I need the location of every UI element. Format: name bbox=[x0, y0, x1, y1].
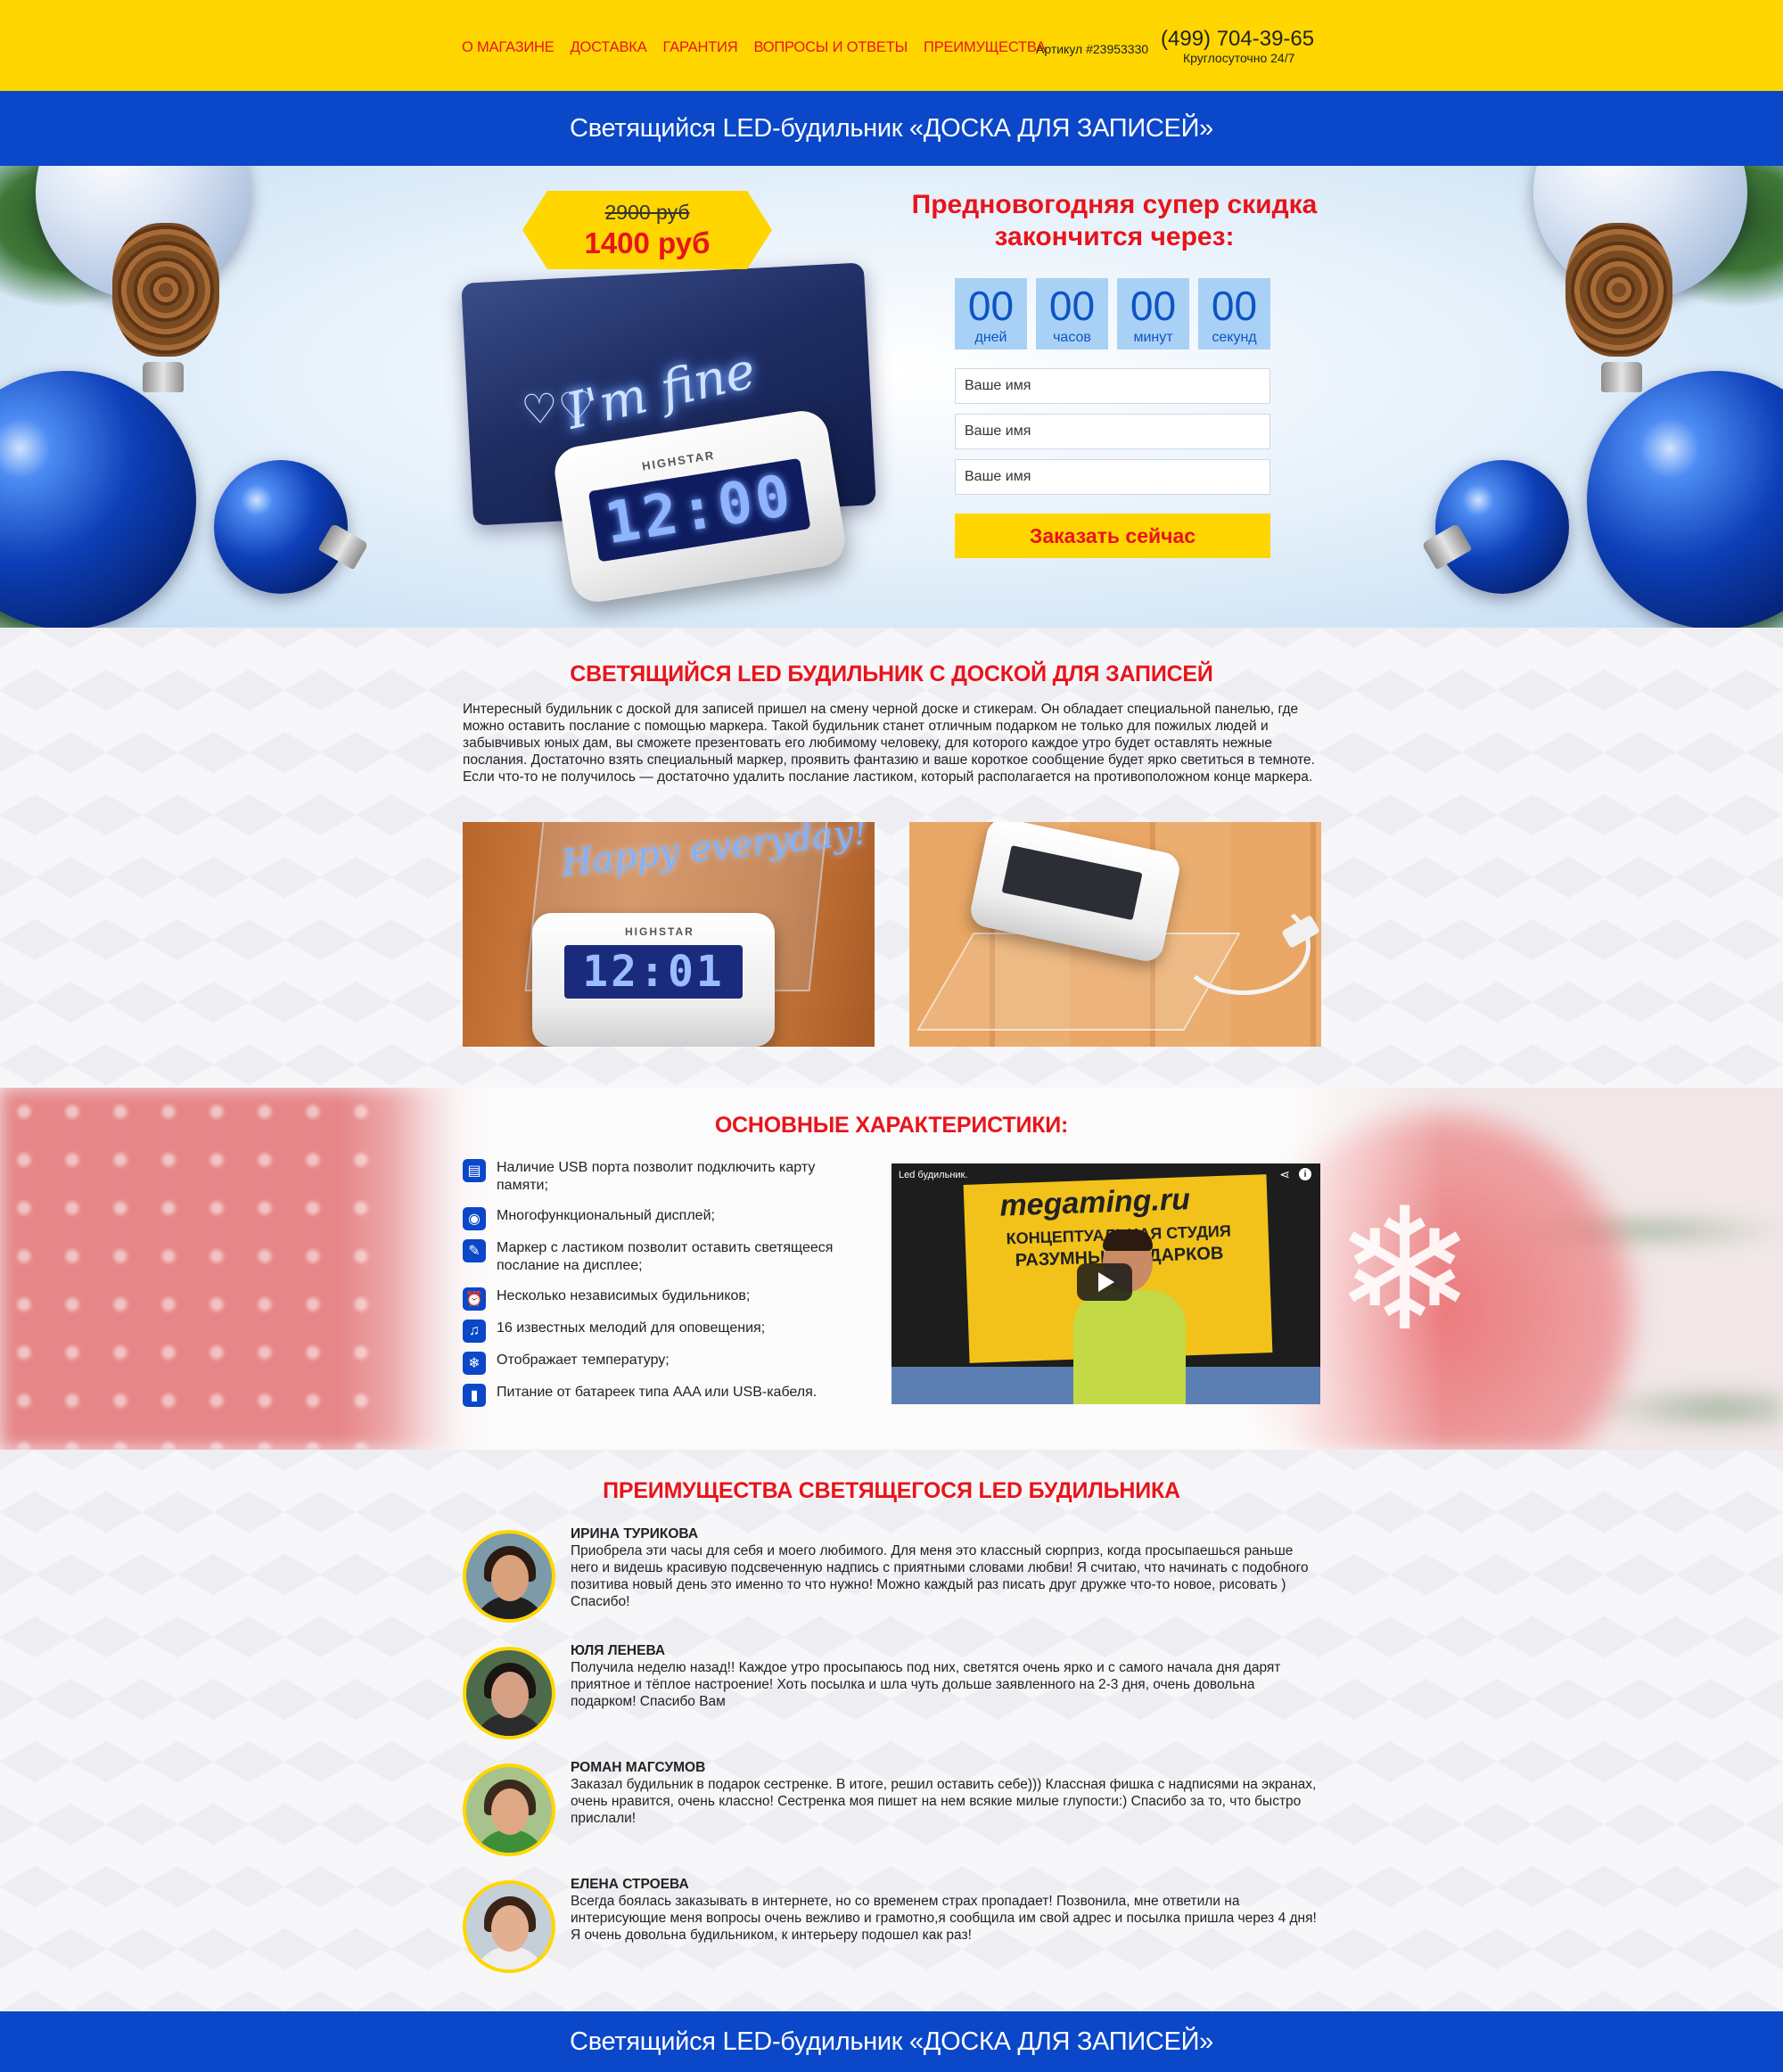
review-text: Всегда боялась заказывать в интернете, н… bbox=[571, 1894, 1317, 1943]
timer-hours-label: часов bbox=[1053, 330, 1091, 345]
avatar bbox=[463, 1880, 555, 1973]
review-text: Заказал будильник в подарок сестренке. В… bbox=[571, 1777, 1317, 1826]
timer-seconds-label: секунд bbox=[1212, 330, 1257, 345]
timer-days: 00 дней bbox=[955, 278, 1027, 349]
review-item: ЕЛЕНА СТРОЕВА Всегда боялась заказывать … bbox=[463, 1877, 1320, 1975]
share-icon[interactable]: ⋖ bbox=[1279, 1167, 1290, 1182]
eraser-icon: ✎ bbox=[463, 1239, 486, 1262]
review-text: Приобрела эти часы для себя и моего люби… bbox=[571, 1543, 1309, 1609]
article-number: Артикул #23953330 bbox=[1036, 42, 1149, 56]
video-presenter bbox=[1063, 1226, 1196, 1404]
timer-hours-value: 00 bbox=[1048, 283, 1096, 329]
feature-text: Наличие USB порта позволит подключить ка… bbox=[497, 1160, 816, 1193]
nav-link-advantages[interactable]: ПРЕИМУЩЕСТВА bbox=[924, 39, 1046, 56]
reviewer-name: ЕЛЕНА СТРОЕВА bbox=[571, 1877, 689, 1892]
play-button[interactable] bbox=[1077, 1263, 1132, 1301]
timer-hours: 00 часов bbox=[1036, 278, 1108, 349]
clock-display: 12:00 bbox=[587, 457, 811, 563]
nav-link-delivery[interactable]: ДОСТАВКА bbox=[571, 39, 647, 56]
avatar bbox=[463, 1530, 555, 1623]
review-item: ЮЛЯ ЛЕНЕВА Получила неделю назад!! Каждо… bbox=[463, 1643, 1320, 1741]
video-banner-brand: megaming.ru bbox=[998, 1182, 1191, 1223]
new-price: 1400 руб bbox=[584, 226, 711, 259]
avatar bbox=[463, 1764, 555, 1856]
photo-clock-brand: HIGHSTAR bbox=[625, 925, 694, 938]
christmas-decoration-left bbox=[0, 166, 369, 628]
old-price: 2900 руб bbox=[604, 200, 690, 224]
video-title: Led будильник. bbox=[899, 1170, 968, 1180]
name-input-3[interactable] bbox=[955, 459, 1270, 495]
feature-text: 16 известных мелодий для оповещения; bbox=[497, 1320, 766, 1336]
feature-text: Маркер с ластиком позволит оставить свет… bbox=[497, 1240, 834, 1273]
battery-icon: ▮ bbox=[463, 1384, 486, 1407]
description-text: Интересный будильник с доской для записе… bbox=[463, 702, 1315, 785]
phone-number[interactable]: (499) 704-39-65 bbox=[1161, 27, 1314, 52]
photo-clock-display: 12:01 bbox=[564, 945, 743, 999]
product-photo-glowing: Happy everyday! HIGHSTAR 12:01 bbox=[463, 822, 875, 1047]
clock-brand: HIGHSTAR bbox=[641, 448, 717, 473]
feature-text: Многофункциональный дисплей; bbox=[497, 1208, 715, 1223]
avatar bbox=[463, 1647, 555, 1739]
music-note-icon: ♫ bbox=[463, 1320, 486, 1343]
name-input-1[interactable] bbox=[955, 368, 1270, 404]
timer-days-value: 00 bbox=[967, 283, 1015, 329]
feature-item: ◉ Многофункциональный дисплей; bbox=[463, 1207, 864, 1230]
feature-item: ▤ Наличие USB порта позволит подключить … bbox=[463, 1159, 864, 1195]
review-item: РОМАН МАГСУМОВ Заказал будильник в подар… bbox=[463, 1760, 1320, 1858]
timer-minutes: 00 минут bbox=[1117, 278, 1189, 349]
feature-item: ♫ 16 известных мелодий для оповещения; bbox=[463, 1320, 864, 1343]
phone-hours: Круглосуточно 24/7 bbox=[1183, 51, 1295, 65]
reviewer-name: ИРИНА ТУРИКОВА bbox=[571, 1526, 699, 1542]
timer-minutes-label: минут bbox=[1133, 330, 1173, 345]
name-input-2[interactable] bbox=[955, 414, 1270, 449]
product-video[interactable]: megaming.ru КОНЦЕПТУАЛЬНАЯ СТУДИЯ РАЗУМН… bbox=[892, 1163, 1320, 1404]
banner-title-bottom: Светящийся LED-будильник «ДОСКА ДЛЯ ЗАПИ… bbox=[0, 2011, 1783, 2072]
alarm-clock-icon: ⏰ bbox=[463, 1287, 486, 1311]
reviewer-name: ЮЛЯ ЛЕНЕВА bbox=[571, 1643, 666, 1658]
characteristics-title: ОСНОВНЫЕ ХАРАКТЕРИСТИКИ: bbox=[714, 1113, 1069, 1138]
nav-link-warranty[interactable]: ГАРАНТИЯ bbox=[663, 39, 738, 56]
timer-seconds-value: 00 bbox=[1211, 283, 1258, 329]
description-title: СВЕТЯЩИЙСЯ LED БУДИЛЬНИК С ДОСКОЙ ДЛЯ ЗА… bbox=[570, 662, 1213, 687]
timer-minutes-value: 00 bbox=[1130, 283, 1177, 329]
review-item: ИРИНА ТУРИКОВА Приобрела эти часы для се… bbox=[463, 1526, 1320, 1624]
feature-item: ⏰ Несколько независимых будильников; bbox=[463, 1287, 864, 1311]
photo-clock: HIGHSTAR 12:01 bbox=[532, 913, 775, 1047]
play-icon bbox=[1098, 1272, 1114, 1292]
price-badge: 2900 руб 1400 руб bbox=[522, 191, 772, 269]
christmas-decoration-right bbox=[1421, 166, 1783, 628]
timer-days-label: дней bbox=[974, 330, 1007, 345]
eye-icon: ◉ bbox=[463, 1207, 486, 1230]
offer-title: Предновогодняя супер скидка закончится ч… bbox=[911, 190, 1318, 251]
feature-text: Питание от батареек типа AAA или USB-каб… bbox=[497, 1385, 818, 1400]
order-now-button[interactable]: Заказать сейчас bbox=[955, 514, 1270, 558]
info-icon[interactable]: i bbox=[1299, 1168, 1311, 1180]
countdown-timer: 00 дней 00 часов 00 минут 00 секунд bbox=[955, 278, 1270, 349]
product-photo-usb bbox=[909, 822, 1321, 1047]
feature-item: ▮ Питание от батареек типа AAA или USB-к… bbox=[463, 1384, 864, 1407]
sd-card-icon: ▤ bbox=[463, 1159, 486, 1182]
timer-seconds: 00 секунд bbox=[1198, 278, 1270, 349]
snowflake-thermometer-icon: ❄ bbox=[463, 1352, 486, 1375]
nav-link-about[interactable]: О МАГАЗИНЕ bbox=[462, 39, 555, 56]
nav-link-faq[interactable]: ВОПРОСЫ И ОТВЕТЫ bbox=[753, 39, 908, 56]
top-header: О МАГАЗИНЕ ДОСТАВКА ГАРАНТИЯ ВОПРОСЫ И О… bbox=[0, 0, 1783, 91]
reviewer-name: РОМАН МАГСУМОВ bbox=[571, 1760, 706, 1775]
snowflake-icon: ❄ bbox=[1334, 1176, 1476, 1365]
main-nav: О МАГАЗИНЕ ДОСТАВКА ГАРАНТИЯ ВОПРОСЫ И О… bbox=[462, 39, 1046, 56]
review-text: Получила неделю назад!! Каждое утро прос… bbox=[571, 1660, 1281, 1709]
description-section bbox=[0, 628, 1783, 1088]
feature-text: Несколько независимых будильников; bbox=[497, 1288, 751, 1303]
banner-title-top: Светящийся LED-будильник «ДОСКА ДЛЯ ЗАПИ… bbox=[0, 91, 1783, 166]
feature-item: ❄ Отображает температуру; bbox=[463, 1352, 864, 1375]
feature-text: Отображает температуру; bbox=[497, 1353, 670, 1368]
product-image: ♡♡ I'm fine HIGHSTAR 12:00 bbox=[461, 214, 876, 606]
feature-item: ✎ Маркер с ластиком позволит оставить св… bbox=[463, 1239, 864, 1275]
reviews-title: ПРЕИМУЩЕСТВА СВЕТЯЩЕГОСЯ LED БУДИЛЬНИКА bbox=[603, 1478, 1180, 1503]
